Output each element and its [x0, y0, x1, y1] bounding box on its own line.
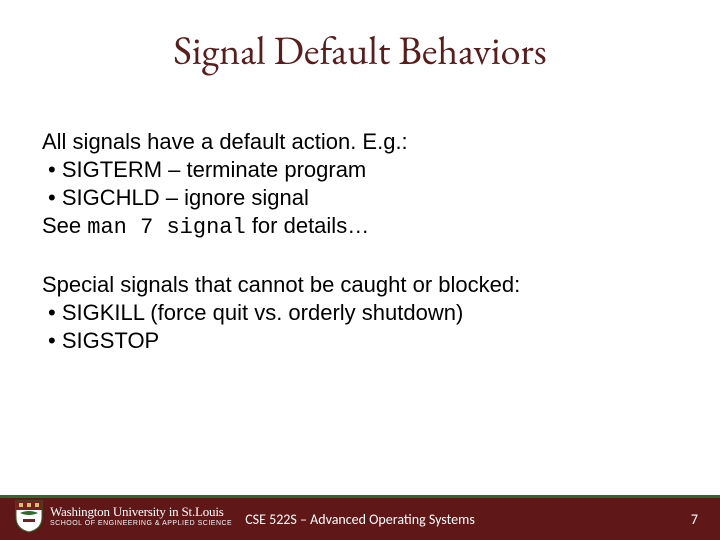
body-text: All signals have a default action. E.g.: — [42, 128, 682, 156]
body-text-see: See man 7 signal for details… — [42, 212, 682, 242]
footer: Washington University in St.Louis SCHOOL… — [0, 492, 720, 540]
footer-course-label: CSE 522S – Advanced Operating Systems — [0, 511, 720, 528]
bullet-sigterm: SIGTERM – terminate program — [42, 156, 682, 184]
page-number: 7 — [691, 511, 698, 528]
code-man-7-signal: man 7 signal — [87, 215, 245, 240]
slide: Signal Default Behaviors All signals hav… — [0, 0, 720, 540]
text-suffix: for details… — [246, 213, 370, 238]
slide-title: Signal Default Behaviors — [0, 24, 720, 76]
bullet-sigstop: SIGSTOP — [42, 327, 682, 355]
paragraph-1: All signals have a default action. E.g.:… — [42, 128, 682, 243]
slide-body: All signals have a default action. E.g.:… — [42, 128, 682, 383]
text-prefix: See — [42, 213, 87, 238]
bullet-sigchld: SIGCHLD – ignore signal — [42, 184, 682, 212]
bullet-sigkill: SIGKILL (force quit vs. orderly shutdown… — [42, 299, 682, 327]
paragraph-2: Special signals that cannot be caught or… — [42, 271, 682, 355]
body-text: Special signals that cannot be caught or… — [42, 271, 682, 299]
